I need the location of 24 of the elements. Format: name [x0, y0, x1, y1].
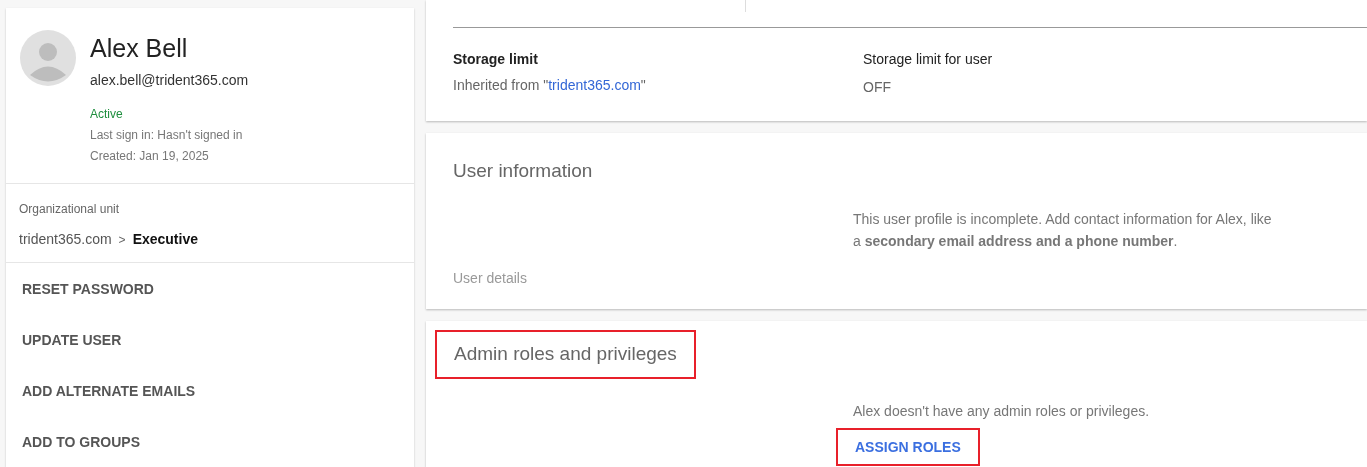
- last-sign-in: Last sign in: Hasn't signed in: [90, 127, 244, 144]
- assign-roles-button[interactable]: ASSIGN ROLES: [836, 428, 980, 466]
- action-button[interactable]: ADD ALTERNATE EMAILS: [22, 381, 196, 402]
- user-email: alex.bell@trident365.com: [90, 71, 249, 90]
- user-storage-limit-value: OFF: [863, 78, 892, 97]
- org-unit-label: Organizational unit: [19, 201, 121, 218]
- profile-incomplete-message: This user profile is incomplete. Add contact information for Alex, like a secondary email address and a phone number.: [853, 209, 1273, 251]
- user-name: Alex Bell: [90, 33, 189, 64]
- storage-limit-label: Storage limit: [453, 50, 539, 69]
- action-button[interactable]: UPDATE USER: [22, 330, 122, 351]
- avatar-icon: [20, 30, 76, 86]
- user-storage-limit-label: Storage limit for user: [863, 50, 993, 69]
- action-button[interactable]: RESET PASSWORD: [22, 279, 154, 300]
- action-button[interactable]: ADD TO GROUPS: [22, 432, 140, 453]
- user-status: Active: [90, 106, 124, 123]
- no-roles-message: Alex doesn't have any admin roles or privileges.: [853, 402, 1151, 421]
- breadcrumb-separator: >: [118, 231, 126, 249]
- storage-inherited-text: Inherited from "trident365.com": [453, 76, 647, 95]
- section-title: Admin roles and privileges: [435, 330, 696, 379]
- org-unit-current: Executive: [132, 230, 198, 249]
- created-date: Created: Jan 19, 2025: [90, 148, 210, 165]
- domain-link[interactable]: trident365.com: [548, 77, 641, 93]
- org-unit-parent[interactable]: trident365.com: [19, 229, 112, 250]
- section-title: User information: [453, 159, 594, 183]
